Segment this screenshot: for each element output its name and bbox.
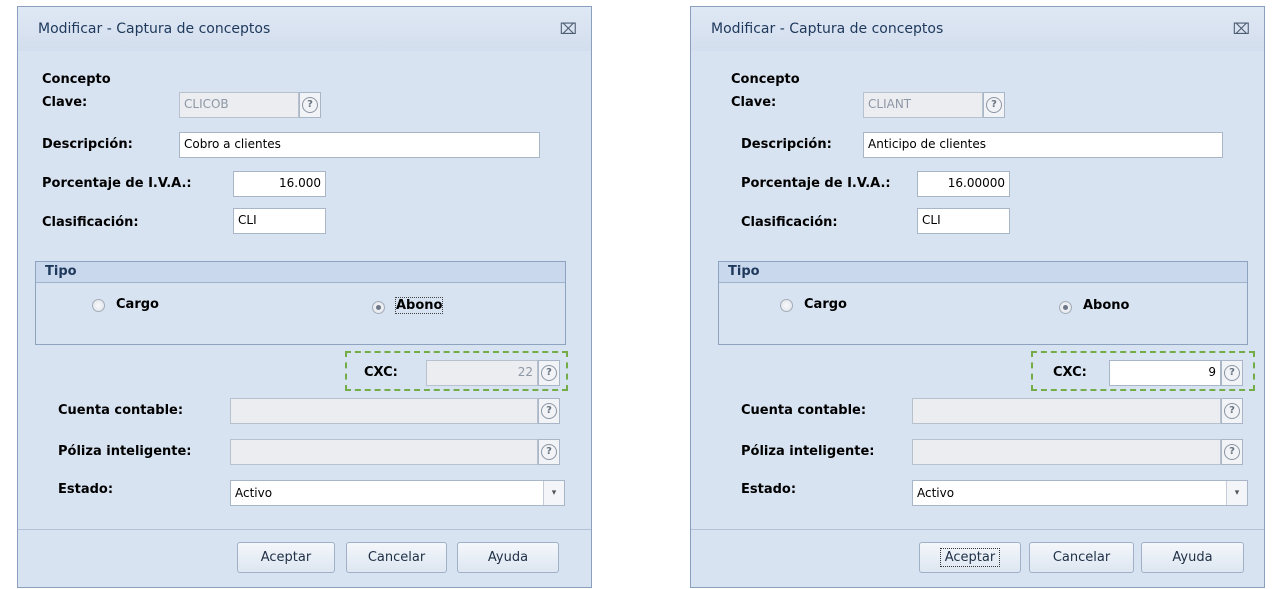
ayuda-button[interactable]: Ayuda (1141, 542, 1244, 573)
section-concepto: Concepto (42, 72, 111, 87)
descripcion-field[interactable]: Anticipo de clientes (863, 132, 1223, 158)
help-icon: ? (541, 365, 557, 381)
iva-label: Porcentaje de I.V.A.: (741, 176, 891, 191)
cancelar-label: Cancelar (1052, 550, 1111, 565)
cuenta-field[interactable] (912, 398, 1221, 424)
clave-label: Clave: (731, 95, 777, 110)
cxc-field[interactable]: 22 (426, 360, 538, 386)
cxc-field[interactable]: 9 (1109, 360, 1221, 386)
estado-value: Activo (917, 486, 955, 500)
abono-radio[interactable] (1059, 301, 1072, 314)
aceptar-button[interactable]: Aceptar (237, 542, 335, 573)
concept-dialog-left: Modificar - Captura de conceptos ⌧ Conce… (17, 6, 592, 588)
button-separator (691, 529, 1264, 530)
dialog-title: Modificar - Captura de conceptos (711, 21, 944, 37)
cargo-label[interactable]: Cargo (804, 297, 847, 312)
estado-value: Activo (235, 486, 273, 500)
poliza-field[interactable] (912, 439, 1221, 465)
help-icon: ? (302, 97, 318, 113)
close-icon[interactable]: ⌧ (560, 20, 577, 38)
abono-radio[interactable] (372, 301, 385, 314)
descripcion-field[interactable]: Cobro a clientes (179, 132, 540, 158)
button-separator (18, 529, 591, 530)
dialog-title: Modificar - Captura de conceptos (38, 21, 271, 37)
cancelar-label: Cancelar (367, 550, 426, 565)
concept-dialog-right: Modificar - Captura de conceptos ⌧ Conce… (690, 6, 1265, 588)
aceptar-label: Aceptar (260, 550, 312, 565)
cuenta-help-button[interactable]: ? (538, 398, 560, 424)
cargo-radio[interactable] (92, 299, 105, 312)
descripcion-label: Descripción: (741, 137, 832, 152)
poliza-help-button[interactable]: ? (538, 439, 560, 465)
ayuda-label: Ayuda (487, 550, 529, 565)
help-icon: ? (1224, 444, 1240, 460)
iva-field[interactable]: 16.00000 (917, 171, 1010, 197)
cxc-help-button[interactable]: ? (1221, 360, 1243, 386)
cxc-label: CXC: (364, 365, 398, 380)
tipo-group: Tipo Cargo Abono (35, 261, 566, 345)
section-concepto: Concepto (731, 72, 800, 87)
clasificacion-label: Clasificación: (42, 215, 139, 230)
cxc-help-button[interactable]: ? (538, 360, 560, 386)
abono-label[interactable]: Abono (1083, 298, 1129, 313)
descripcion-label: Descripción: (42, 137, 133, 152)
help-icon: ? (1224, 365, 1240, 381)
close-icon[interactable]: ⌧ (1233, 20, 1250, 38)
clasificacion-field[interactable]: CLI (917, 208, 1010, 234)
clave-help-button[interactable]: ? (983, 92, 1005, 118)
aceptar-button[interactable]: Aceptar (919, 542, 1021, 573)
cuenta-help-button[interactable]: ? (1221, 398, 1243, 424)
clave-field[interactable]: CLICOB (179, 92, 299, 118)
cargo-label[interactable]: Cargo (116, 297, 159, 312)
estado-select[interactable]: Activo ▾ (912, 480, 1248, 506)
help-icon: ? (986, 97, 1002, 113)
help-icon: ? (1224, 403, 1240, 419)
cargo-radio[interactable] (780, 299, 793, 312)
cxc-label: CXC: (1053, 365, 1087, 380)
poliza-label: Póliza inteligente: (741, 444, 875, 459)
estado-select[interactable]: Activo ▾ (230, 480, 565, 506)
estado-label: Estado: (741, 482, 797, 497)
title-bar: Modificar - Captura de conceptos ⌧ (691, 7, 1264, 51)
tipo-title: Tipo (45, 264, 77, 279)
cuenta-label: Cuenta contable: (741, 403, 867, 418)
clave-field[interactable]: CLIANT (863, 92, 983, 118)
poliza-help-button[interactable]: ? (1221, 439, 1243, 465)
iva-field[interactable]: 16.000 (233, 171, 326, 197)
cancelar-button[interactable]: Cancelar (1029, 542, 1134, 573)
cuenta-label: Cuenta contable: (58, 403, 184, 418)
tipo-group-header: Tipo (36, 262, 565, 283)
clave-label: Clave: (42, 95, 88, 110)
title-bar: Modificar - Captura de conceptos ⌧ (18, 7, 591, 51)
clasificacion-field[interactable]: CLI (233, 208, 326, 234)
help-icon: ? (541, 403, 557, 419)
ayuda-label: Ayuda (1172, 550, 1213, 565)
help-icon: ? (541, 444, 557, 460)
cancelar-button[interactable]: Cancelar (346, 542, 447, 573)
clave-help-button[interactable]: ? (299, 92, 321, 118)
iva-label: Porcentaje de I.V.A.: (42, 176, 192, 191)
clasificacion-label: Clasificación: (741, 215, 838, 230)
ayuda-button[interactable]: Ayuda (457, 542, 559, 573)
tipo-title: Tipo (728, 264, 760, 279)
tipo-group: Tipo Cargo Abono (718, 261, 1248, 345)
abono-label[interactable]: Abono (394, 297, 444, 314)
estado-label: Estado: (58, 482, 114, 497)
aceptar-label: Aceptar (939, 548, 1001, 567)
poliza-field[interactable] (230, 439, 538, 465)
poliza-label: Póliza inteligente: (58, 444, 192, 459)
tipo-group-header: Tipo (719, 262, 1247, 283)
chevron-down-icon[interactable]: ▾ (1226, 481, 1247, 505)
cuenta-field[interactable] (230, 398, 538, 424)
chevron-down-icon[interactable]: ▾ (543, 481, 564, 505)
